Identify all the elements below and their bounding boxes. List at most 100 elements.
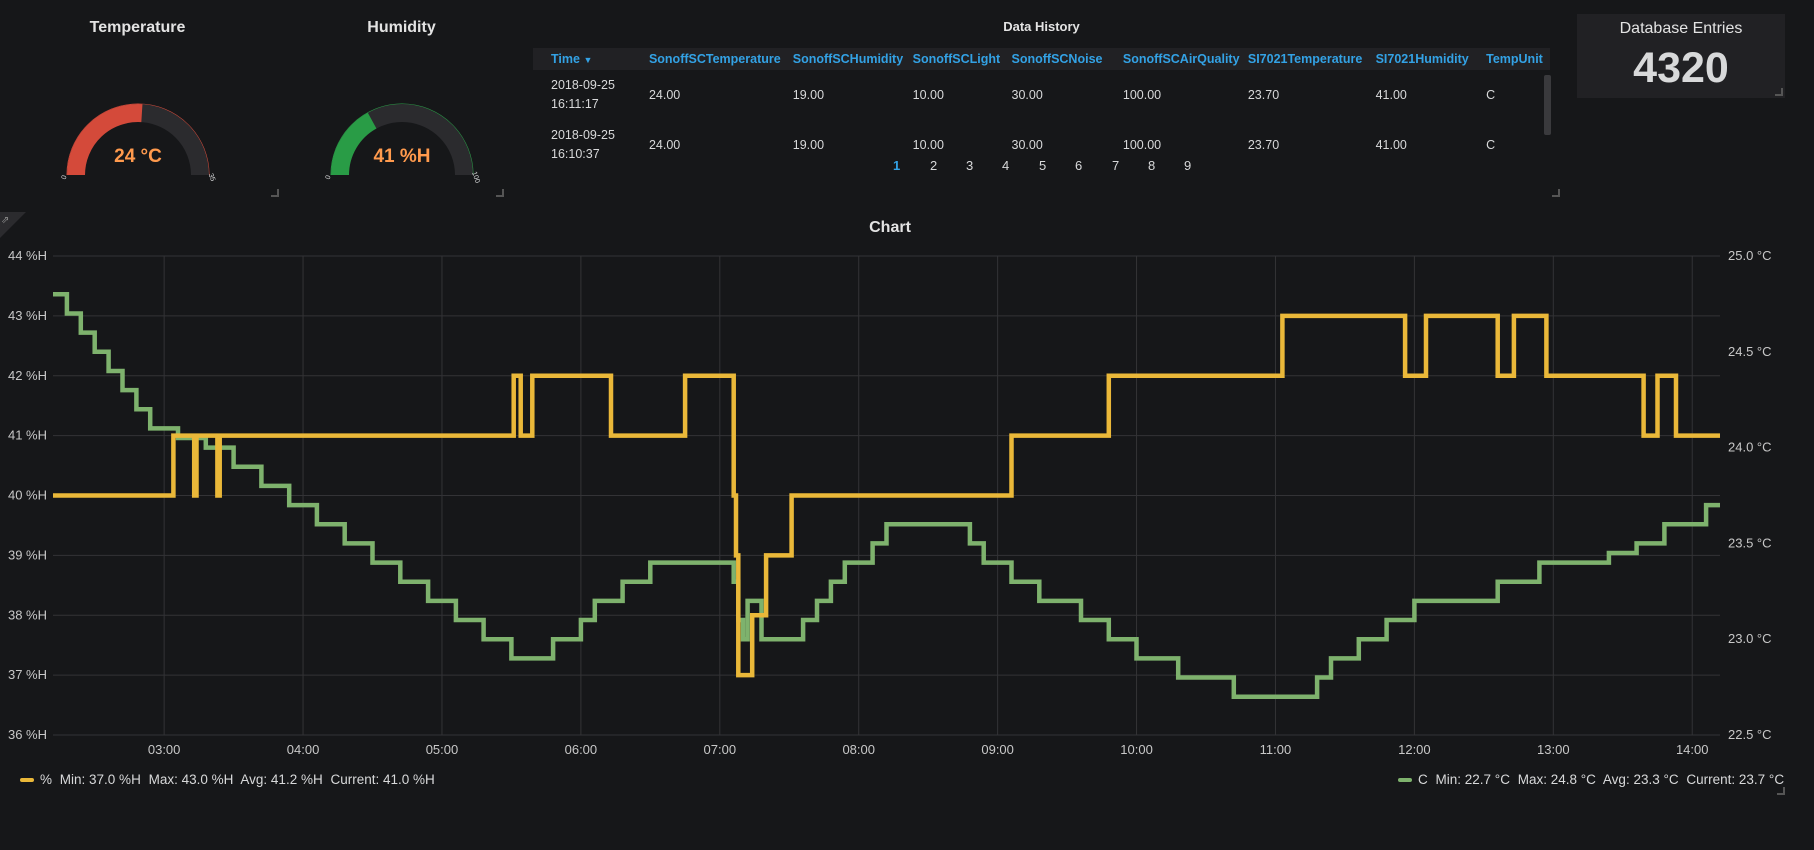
legend-humidity[interactable]: % Min: 37.0 %H Max: 43.0 %H Avg: 41.2 %H… [20, 772, 439, 787]
page-link-6[interactable]: 6 [1075, 158, 1082, 173]
history-scrollbar[interactable] [1544, 75, 1551, 135]
table-cell: 24.00 [648, 87, 681, 102]
y-right-tick-label: 22.5 °C [1728, 727, 1772, 742]
table-cell: 10.00 [912, 87, 944, 102]
legend-temperature-swatch [1398, 778, 1412, 783]
y-left-tick-label: 44 %H [8, 248, 47, 263]
table-cell: C [1486, 137, 1496, 152]
table-cell: 10.00 [912, 137, 944, 152]
y-left-tick-label: 37 %H [8, 667, 47, 682]
time-cell: 2018-09-25 16:10:37 [533, 120, 645, 158]
page-link-3[interactable]: 3 [966, 158, 973, 173]
column-header-sonoffscnoise[interactable]: SonoffSCNoise [1007, 48, 1119, 70]
legend-temperature-avg: Avg: 23.3 °C [1602, 772, 1679, 787]
x-tick-label: 11:00 [1260, 742, 1292, 757]
history-header-row: Time ▼ SonoffSCTemperature SonoffSCHumid… [533, 48, 1550, 70]
humidity-panel-resize-handle[interactable] [496, 189, 504, 197]
x-tick-label: 09:00 [981, 742, 1014, 757]
legend-temperature[interactable]: C Min: 22.7 °C Max: 24.8 °C Avg: 23.3 °C… [1398, 772, 1788, 787]
column-header-si7021humidity[interactable]: SI7021Humidity [1371, 48, 1483, 70]
column-header-sonoffsclight[interactable]: SonoffSCLight [908, 48, 1008, 70]
temperature-gauge-min: 0 [61, 174, 69, 180]
x-tick-label: 08:00 [842, 742, 875, 757]
x-tick-label: 06:00 [565, 742, 598, 757]
legend-humidity-avg: Avg: 41.2 %H [240, 772, 323, 787]
external-link-icon: ⇗ [1, 215, 9, 226]
time-cell: 2018-09-25 16:11:17 [533, 70, 645, 120]
table-cell: 19.00 [792, 137, 825, 152]
y-left-tick-label: 41 %H [8, 428, 47, 443]
page-link-8[interactable]: 8 [1148, 158, 1155, 173]
column-header-si7021temperature[interactable]: SI7021Temperature [1243, 48, 1372, 70]
line-chart: 36 %H 37 %H 38 %H 39 %H 40 %H 41 %H 42 %H 43 %H… [8, 248, 1772, 757]
table-cell: 23.70 [1247, 87, 1280, 102]
humidity-gauge-value: 41 %H [373, 146, 430, 167]
humidity-gauge-fill [331, 112, 377, 176]
humidity-gauge: 41 %H 0 100 [325, 103, 481, 183]
table-cell: C [1486, 87, 1496, 102]
column-header-sonoffschumidity[interactable]: SonoffSCHumidity [788, 48, 909, 70]
legend-temperature-name: C [1418, 772, 1428, 787]
history-table: Time ▼ SonoffSCTemperature SonoffSCHumid… [533, 48, 1550, 158]
legend-temperature-min: Min: 22.7 °C [1435, 772, 1510, 787]
temperature-gauge-max: 35 [207, 173, 216, 183]
table-cell: 100.00 [1122, 87, 1162, 102]
table-row: 2018-09-25 16:10:37 24.00 19.00 10.00 30.… [533, 120, 1550, 158]
y-right-tick-label: 25.0 °C [1728, 248, 1772, 263]
history-panel-resize-handle[interactable] [1552, 189, 1560, 197]
x-tick-label: 13:00 [1537, 742, 1570, 757]
x-tick-label: 05:00 [426, 742, 459, 757]
page-link-1[interactable]: 1 [893, 158, 900, 173]
time-clock: 16:10:37 [551, 147, 600, 158]
time-date: 2018-09-25 [551, 128, 615, 142]
temperature-gauge-value: 24 °C [114, 146, 162, 167]
chart-panel-resize-handle[interactable] [1777, 787, 1785, 795]
x-tick-label: 12:00 [1398, 742, 1431, 757]
y-right-tick-label: 24.0 °C [1728, 440, 1772, 455]
y-left-tick-label: 39 %H [8, 547, 47, 562]
table-cell: 100.00 [1122, 137, 1162, 152]
table-cell: 19.00 [792, 87, 825, 102]
page-link-9[interactable]: 9 [1184, 158, 1191, 173]
column-header-sonoffsctemperature[interactable]: SonoffSCTemperature [644, 48, 789, 70]
column-header-time[interactable]: Time ▼ [533, 48, 645, 70]
humidity-gauge-min: 0 [325, 174, 333, 180]
legend-humidity-current: Current: 41.0 %H [330, 772, 435, 787]
legend-temperature-max: Max: 24.8 °C [1517, 772, 1596, 787]
page-link-7[interactable]: 7 [1112, 158, 1119, 173]
y-left-tick-label: 40 %H [8, 488, 47, 503]
history-table-panel: Time ▼ SonoffSCTemperature SonoffSCHumid… [533, 48, 1550, 158]
temperature-panel-resize-handle[interactable] [271, 189, 279, 197]
legend-humidity-swatch [20, 778, 34, 783]
legend-humidity-max: Max: 43.0 %H [148, 772, 234, 787]
x-tick-label: 07:00 [704, 742, 737, 757]
table-cell: 23.70 [1247, 137, 1280, 152]
table-cell: 41.00 [1375, 87, 1407, 102]
legend-humidity-name: % [40, 772, 53, 787]
y-left-tick-label: 36 %H [8, 727, 47, 742]
chart-title: Chart [869, 219, 911, 236]
page-link-2[interactable]: 2 [930, 158, 937, 173]
page-link-5[interactable]: 5 [1039, 158, 1046, 173]
legend-temperature-current: Current: 23.7 °C [1686, 772, 1785, 787]
caret-down-icon: ▼ [583, 55, 593, 65]
humidity-gauge-max: 100 [470, 171, 481, 183]
panel-corner-link[interactable]: ⇗ [0, 212, 26, 238]
table-row: 2018-09-25 16:11:17 24.00 19.00 10.00 30.… [533, 70, 1550, 120]
y-right-tick-label: 24.5 °C [1728, 344, 1772, 359]
y-right-tick-label: 23.0 °C [1728, 631, 1772, 646]
history-title: Data History [1003, 19, 1080, 34]
page-link-4[interactable]: 4 [1002, 158, 1009, 173]
column-header-sonoffscairquality[interactable]: SonoffSCAirQuality [1118, 48, 1244, 70]
column-header-tempunit[interactable]: TempUnit [1482, 48, 1550, 70]
table-cell: 30.00 [1011, 137, 1043, 152]
y-left-tick-label: 42 %H [8, 368, 47, 383]
database-entries-panel: Database Entries 4320 [1577, 14, 1785, 98]
x-tick-label: 03:00 [148, 742, 181, 757]
database-panel-resize-handle[interactable] [1775, 88, 1783, 96]
database-entries-title: Database Entries [1619, 20, 1743, 37]
time-date: 2018-09-25 [551, 78, 615, 92]
y-left-tick-label: 43 %H [8, 308, 47, 323]
temperature-title: Temperature [89, 19, 186, 36]
table-cell: 41.00 [1375, 137, 1407, 152]
